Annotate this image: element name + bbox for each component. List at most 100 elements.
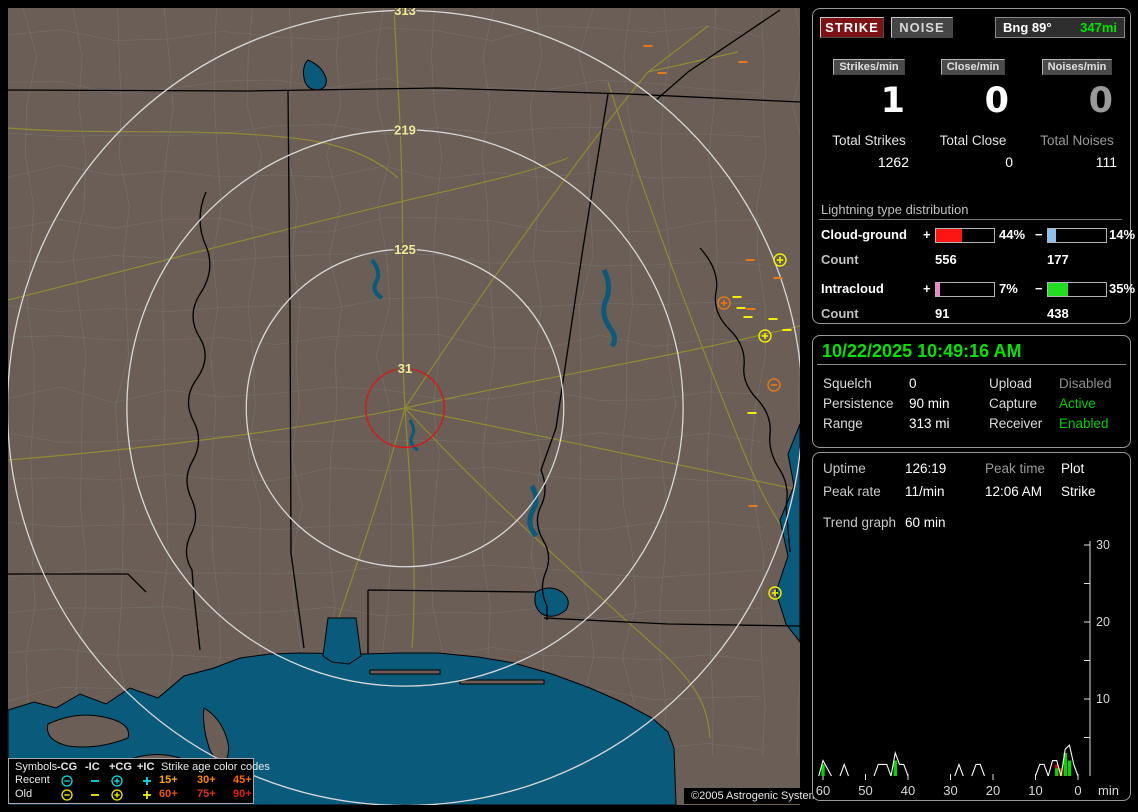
legend-symbol-ic--icon <box>91 794 99 796</box>
legend-age-60+: 60+ <box>159 788 178 800</box>
legend-symbol-ic+-icon <box>143 777 151 785</box>
copyright-label: ©2005 Astrogenic Systems <box>684 788 831 804</box>
trend-line-total <box>971 763 986 777</box>
x-tick-label: 0 <box>1074 783 1081 798</box>
intracloud-label: Intracloud <box>821 281 884 296</box>
noise-mode-button[interactable]: NOISE <box>891 17 953 38</box>
legend-symbol-ic--icon <box>91 780 99 782</box>
legend-ages-header: Strike age color codes <box>161 761 270 773</box>
map-display[interactable]: 125 219 313 31 Symbols -CG -IC +CG +IC Stri… <box>8 8 831 805</box>
strike-symbol-cg- <box>767 378 781 392</box>
trend-line-total <box>954 762 964 777</box>
noises-per-min-button[interactable]: Noises/min <box>1041 59 1113 75</box>
minus-sign: − <box>1035 281 1043 296</box>
intracloud-count-row: Count 91 438 <box>813 306 1132 322</box>
status-panel: 10/22/2025 10:49:16 AM Squelch 0 Upload … <box>812 335 1131 448</box>
bearing-readout: Bng 89° 347mi <box>995 17 1125 38</box>
trend-line-total <box>1047 760 1062 777</box>
strike-symbol-cg+ <box>773 253 787 267</box>
ic-plus-bar <box>935 282 995 297</box>
strikes-per-min-value: 1 <box>880 81 905 121</box>
ic-minus-bar <box>1047 282 1107 297</box>
legend-age-75+: 75+ <box>197 788 216 800</box>
close-column: Close/min 0 <box>923 59 1023 164</box>
minus-sign: − <box>1035 227 1043 242</box>
trend-line-total <box>873 763 892 777</box>
persistence-label: Persistence <box>823 396 894 411</box>
capture-label: Capture <box>989 396 1038 411</box>
map-canvas: 125 219 313 31 <box>8 8 800 805</box>
trend-line-total <box>890 750 909 777</box>
y-tick-label: 10 <box>1096 692 1110 706</box>
plus-sign: + <box>923 281 931 296</box>
x-tick-label: 10 <box>1028 783 1042 798</box>
x-tick-label: 50 <box>858 783 872 798</box>
trend-bar-cloud-ground <box>1067 760 1072 776</box>
count-label: Count <box>821 252 859 267</box>
datetime-divider <box>817 364 1126 365</box>
x-tick-label: 40 <box>901 783 915 798</box>
lakes <box>370 258 618 538</box>
status-row: Range 313 mi Receiver Enabled <box>813 416 1132 436</box>
strikes-per-min-button[interactable]: Strikes/min <box>833 59 905 75</box>
ring-label-125: 125 <box>394 242 416 257</box>
legend-col-pcg: +CG <box>109 761 132 773</box>
close-per-min-button[interactable]: Close/min <box>940 59 1006 75</box>
legend-age-90+: 90+ <box>233 788 252 800</box>
capture-value: Active <box>1059 396 1096 411</box>
legend-symbol-ic+-icon <box>143 791 151 799</box>
range-ring-labels: 125 219 313 31 <box>393 8 418 378</box>
distribution-divider <box>819 219 1122 220</box>
receiver-label: Receiver <box>989 416 1043 431</box>
cloud-ground-label: Cloud-ground <box>821 227 907 242</box>
x-tick-label: 30 <box>943 783 957 798</box>
cloud-ground-row: Cloud-ground + 44% − 14% <box>813 227 1136 243</box>
trend-bar-cloud-ground <box>893 760 897 776</box>
total-strikes-value: 1262 <box>877 154 909 170</box>
ring-label-219: 219 <box>394 122 416 137</box>
cloud-ground-count-row: Count 556 177 <box>813 252 1132 268</box>
noises-per-min-value: 0 <box>1088 81 1113 121</box>
total-strikes-label: Total Strikes <box>832 133 906 148</box>
intracloud-row: Intracloud + 7% − 35% <box>813 281 1136 297</box>
strike-mode-button[interactable]: STRIKE <box>820 17 884 38</box>
legend-symbol-cg+-icon <box>111 775 123 787</box>
map-legend: Symbols -CG -IC +CG +IC Strike age color… <box>8 758 270 804</box>
cg-plus-pct: 44% <box>999 227 1026 242</box>
lightning-tracker-window: { "window": { "copyright": "©2005 Astrog… <box>0 0 1138 812</box>
cg-minus-pct: 14% <box>1109 227 1136 242</box>
state-borders <box>8 9 800 653</box>
strike-symbols <box>643 45 792 600</box>
legend-age-30+: 30+ <box>197 774 216 786</box>
legend-age-45+: 45+ <box>233 774 252 786</box>
legend-row-label: Old <box>15 788 33 800</box>
status-row: Squelch 0 Upload Disabled <box>813 376 1132 396</box>
ic-plus-count: 91 <box>935 306 950 321</box>
cg-plus-count: 556 <box>935 252 957 267</box>
y-tick-label: 30 <box>1096 538 1110 552</box>
trend-line-total <box>1034 763 1049 777</box>
persistence-value: 90 min <box>909 396 950 411</box>
trend-line-total <box>839 762 850 777</box>
ic-minus-count: 438 <box>1047 306 1069 321</box>
status-row: Persistence 90 min Capture Active <box>813 396 1132 416</box>
strike-counters-panel: STRIKE NOISE Bng 89° 347mi Strikes/min 1… <box>812 8 1136 324</box>
legend-row-label: Recent <box>15 774 50 786</box>
y-tick-label: 20 <box>1096 615 1110 629</box>
squelch-value: 0 <box>909 376 917 391</box>
range-label: Range <box>823 416 863 431</box>
strikes-column: Strikes/min 1 <box>819 59 919 164</box>
trend-line-total <box>818 759 832 777</box>
ic-plus-pct: 7% <box>999 281 1018 296</box>
total-close-value: 0 <box>1005 154 1013 170</box>
upload-value: Disabled <box>1059 376 1112 391</box>
range-value: 313 mi <box>909 416 950 431</box>
ic-minus-pct: 35% <box>1109 281 1136 296</box>
count-label: Count <box>821 306 859 321</box>
x-tick-label: 60 <box>816 783 830 798</box>
ring-label-313: 313 <box>394 8 416 18</box>
datetime-display: 10/22/2025 10:49:16 AM <box>822 341 1022 361</box>
cg-plus-bar <box>935 228 995 243</box>
ring-label-31: 31 <box>398 361 412 376</box>
total-close-label: Total Close <box>939 133 1007 148</box>
